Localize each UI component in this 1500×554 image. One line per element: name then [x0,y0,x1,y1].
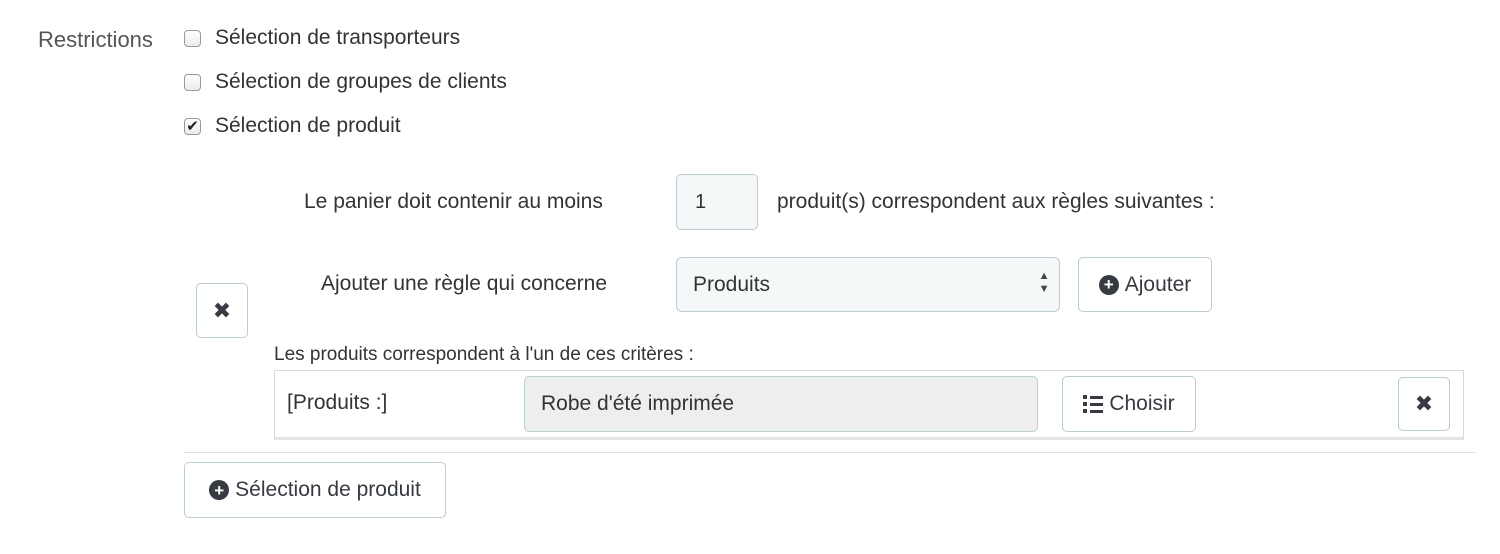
min-quantity-value: 1 [695,190,707,213]
product-selection-option[interactable]: ✔ Sélection de produit [184,113,401,139]
plus-circle-icon: + [209,480,230,500]
rule-type-select[interactable]: Produits ▲ ▼ [676,257,1060,312]
product-selection-checkbox[interactable]: ✔ [184,117,201,135]
add-rule-button-label: Ajouter [1124,272,1192,296]
min-quantity-suffix: produit(s) correspondent aux règles suiv… [777,190,1215,213]
plus-circle-icon: + [1098,274,1119,295]
customer-group-selection-checkbox[interactable] [184,73,201,91]
close-icon: ✖ [1414,391,1434,416]
list-icon [1083,395,1104,413]
min-quantity-prefix: Le panier doit contenir au moins [304,190,603,213]
select-arrows-icon: ▲ ▼ [1038,270,1050,295]
min-quantity-input[interactable]: 1 [676,174,758,230]
divider [184,452,1476,453]
close-icon: ✖ [212,297,232,323]
choose-products-button-label: Choisir [1109,392,1175,415]
criteria-heading: Les produits correspondent à l'un de ces… [274,344,694,365]
restrictions-label: Restrictions [38,27,153,52]
selected-products-value: Robe d'été imprimée [541,392,735,415]
carrier-selection-option[interactable]: Sélection de transporteurs [184,25,460,51]
remove-criteria-button[interactable]: ✖ [1398,377,1450,431]
add-product-selection-button-label: Sélection de produit [235,478,421,501]
carrier-selection-checkbox[interactable] [184,29,201,47]
choose-products-button[interactable]: Choisir [1062,376,1196,432]
customer-group-selection-label[interactable]: Sélection de groupes de clients [215,70,507,94]
criteria-row-label: [Produits :] [287,391,388,414]
selected-products-field: Robe d'été imprimée [524,376,1038,432]
add-rule-label: Ajouter une règle qui concerne [321,272,608,295]
add-product-selection-button[interactable]: + Sélection de produit [184,462,446,518]
carrier-selection-label[interactable]: Sélection de transporteurs [215,26,460,50]
add-rule-button[interactable]: + Ajouter [1078,257,1212,312]
rule-type-selected-value: Produits [693,272,771,296]
customer-group-selection-option[interactable]: Sélection de groupes de clients [184,69,507,95]
remove-rule-group-button[interactable]: ✖ [196,283,248,338]
product-selection-label[interactable]: Sélection de produit [215,114,401,138]
